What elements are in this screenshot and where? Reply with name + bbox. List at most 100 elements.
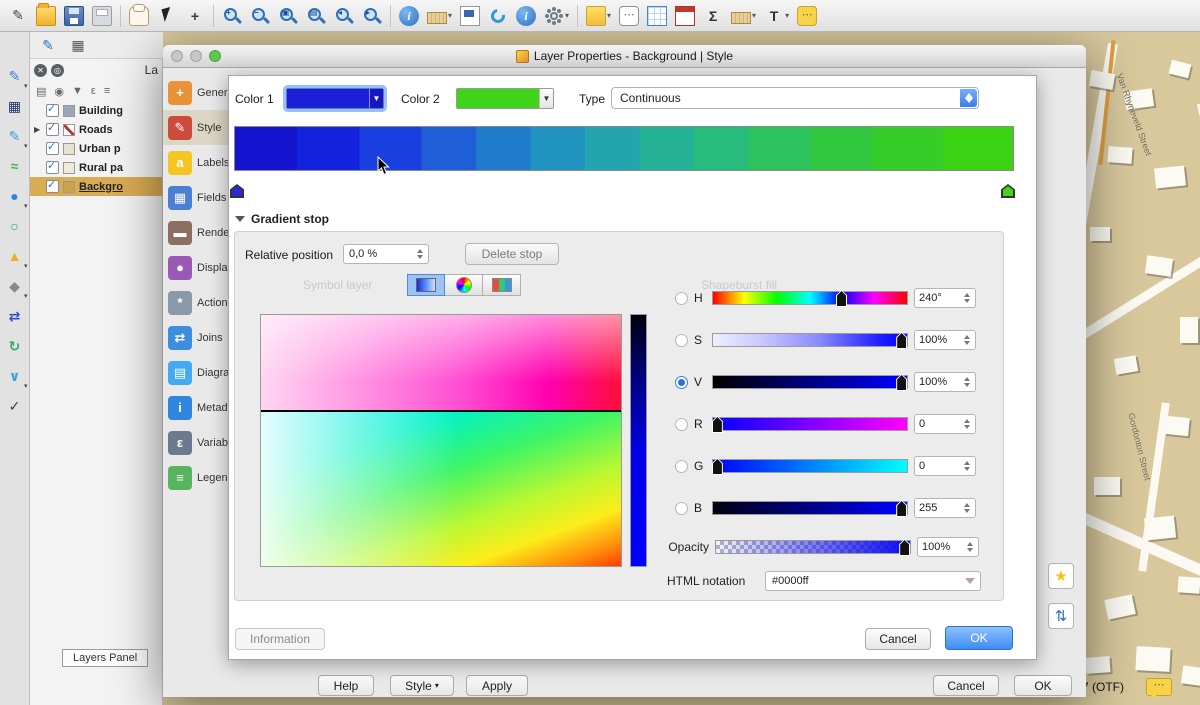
color2-dropdown-arrow-icon[interactable]: ▼ <box>539 89 553 108</box>
dropdown-arrow-icon[interactable]: ▾ <box>24 382 28 390</box>
tab-diagrams[interactable]: ▤Diagrams <box>163 355 228 390</box>
spinner-arrows-icon[interactable] <box>961 335 975 345</box>
add-group-icon[interactable]: ▤ <box>36 85 46 98</box>
layer-row-selected[interactable]: Backgro <box>30 177 162 196</box>
dropdown-arrow-icon[interactable] <box>965 578 975 584</box>
apply-button[interactable]: Apply <box>466 675 528 696</box>
line-edit-icon[interactable]: ✎▾ <box>5 126 25 146</box>
vector-tools-icon[interactable]: ✎▾ <box>5 66 25 86</box>
dropdown-arrow-icon[interactable]: ▾ <box>565 11 569 20</box>
expand-collapse-icon[interactable]: ε <box>91 85 96 97</box>
color1-swatch-button[interactable]: ▼ <box>286 88 384 109</box>
green-radio[interactable] <box>675 460 688 473</box>
expand-arrow-icon[interactable]: ▶ <box>34 125 42 134</box>
bookmark-icon[interactable] <box>460 6 480 26</box>
style-menu-button[interactable]: Style ▾ <box>390 675 454 696</box>
tab-fields[interactable]: ▦Fields <box>163 180 228 215</box>
dropdown-arrow-icon[interactable]: ▾ <box>24 82 28 90</box>
layer-checkbox[interactable] <box>46 142 59 155</box>
map-tip-bubble-icon[interactable] <box>1146 678 1172 696</box>
value-slider[interactable] <box>712 375 908 389</box>
tab-display[interactable]: ●Display <box>163 250 228 285</box>
spinner-arrows-icon[interactable] <box>961 503 975 513</box>
information-button[interactable]: Information <box>235 628 325 650</box>
tab-style[interactable]: ✎Style <box>163 110 228 145</box>
layer-label[interactable]: Backgro <box>79 181 123 193</box>
point-tools-icon[interactable]: ◆▾ <box>5 276 25 296</box>
dropdown-arrow-icon[interactable]: ▾ <box>607 11 611 20</box>
value-radio[interactable] <box>675 376 688 389</box>
tab-rendering[interactable]: ▬Rendering <box>163 215 228 250</box>
blue-spinbox[interactable]: 255 <box>914 498 976 518</box>
tab-actions[interactable]: *Actions <box>163 285 228 320</box>
spinner-arrows-icon[interactable] <box>961 419 975 429</box>
move-feature-icon[interactable]: ⇄ <box>5 306 25 326</box>
opacity-spinbox[interactable]: 100% <box>917 537 979 557</box>
opacity-slider[interactable] <box>715 540 911 554</box>
slider-handle[interactable] <box>896 500 907 517</box>
value-spinbox[interactable]: 100% <box>914 372 976 392</box>
relative-position-spinbox[interactable]: 0,0 % <box>343 244 429 264</box>
minimize-window-icon[interactable] <box>190 50 202 62</box>
identify-icon[interactable] <box>399 6 419 26</box>
hue-slider[interactable] <box>712 291 908 305</box>
dropdown-arrow-icon[interactable]: ▾ <box>24 262 28 270</box>
sheet-ok-button[interactable]: OK <box>945 626 1013 650</box>
slider-handle[interactable] <box>899 539 910 556</box>
refresh-icon[interactable] <box>488 6 508 26</box>
layer-label[interactable]: Rural pa <box>79 162 123 174</box>
layer-checkbox[interactable] <box>46 161 59 174</box>
dialog-ok-button[interactable]: OK <box>1014 675 1072 696</box>
slider-handle[interactable] <box>712 458 723 475</box>
help-button[interactable]: Help <box>318 675 374 696</box>
red-slider[interactable] <box>712 417 908 431</box>
pan-hand-icon[interactable] <box>129 6 149 26</box>
spinner-arrows-icon[interactable] <box>414 249 428 259</box>
layer-label[interactable]: Roads <box>79 124 113 136</box>
vertex-edit-icon[interactable]: ≈ <box>5 156 25 176</box>
color1-dropdown-arrow-icon[interactable]: ▼ <box>369 89 383 108</box>
layer-label[interactable]: Building <box>79 105 123 117</box>
close-window-icon[interactable] <box>171 50 183 62</box>
delete-stop-button[interactable]: Delete stop <box>465 243 559 265</box>
red-spinbox[interactable]: 0 <box>914 414 976 434</box>
gradient-stop-marker-end[interactable] <box>1001 184 1015 198</box>
spinner-arrows-icon[interactable] <box>964 542 978 552</box>
settings-gear-icon[interactable]: ▾ <box>544 6 569 26</box>
layer-row[interactable]: Building <box>30 101 162 120</box>
label-tools-icon[interactable]: ▲▾ <box>5 246 25 266</box>
color-wheel-tab[interactable] <box>445 274 483 296</box>
collapse-arrow-icon[interactable] <box>235 216 245 222</box>
layer-checkbox[interactable] <box>46 123 59 136</box>
layer-row[interactable]: Rural pa <box>30 158 162 177</box>
slider-handle[interactable] <box>896 374 907 391</box>
dropdown-arrow-icon[interactable]: ▾ <box>752 11 756 20</box>
topology-check-icon[interactable]: ↻ <box>5 336 25 356</box>
slider-handle[interactable] <box>712 416 723 433</box>
close-panel-icon[interactable]: ✕ <box>34 64 47 77</box>
dropdown-arrow-icon[interactable]: ▾ <box>448 11 452 20</box>
select-cursor-icon[interactable] <box>157 6 177 26</box>
spinner-arrows-icon[interactable] <box>961 377 975 387</box>
slider-handle[interactable] <box>896 332 907 349</box>
annotation-icon[interactable] <box>619 6 639 26</box>
gradient-stop-marker-start[interactable] <box>230 184 244 198</box>
zoom-layer-icon[interactable]: ▤ <box>306 6 326 26</box>
web-globe-icon[interactable]: ○ <box>5 216 25 236</box>
html-notation-field[interactable]: #0000ff <box>765 571 981 591</box>
measure-icon[interactable]: ▾ <box>427 8 452 24</box>
metadata-info-icon[interactable] <box>516 6 536 26</box>
dropdown-arrow-icon[interactable]: ▾ <box>24 202 28 210</box>
saturation-slider[interactable] <box>712 333 908 347</box>
layer-row[interactable]: ▶ Roads <box>30 120 162 139</box>
tab-general[interactable]: +General <box>163 75 228 110</box>
tab-joins[interactable]: ⇄Joins <box>163 320 228 355</box>
attribute-table-icon[interactable] <box>647 6 667 26</box>
color-swatch-icon[interactable]: ▾ <box>586 6 611 26</box>
zoom-in-icon[interactable]: + <box>222 6 242 26</box>
dialog-titlebar[interactable]: Layer Properties - Background | Style <box>163 45 1086 68</box>
swatches-tab[interactable] <box>483 274 521 296</box>
geoprocessing-globe-icon[interactable]: ●▾ <box>5 186 25 206</box>
zoom-last-icon[interactable]: ◂ <box>334 6 354 26</box>
green-slider[interactable] <box>712 459 908 473</box>
